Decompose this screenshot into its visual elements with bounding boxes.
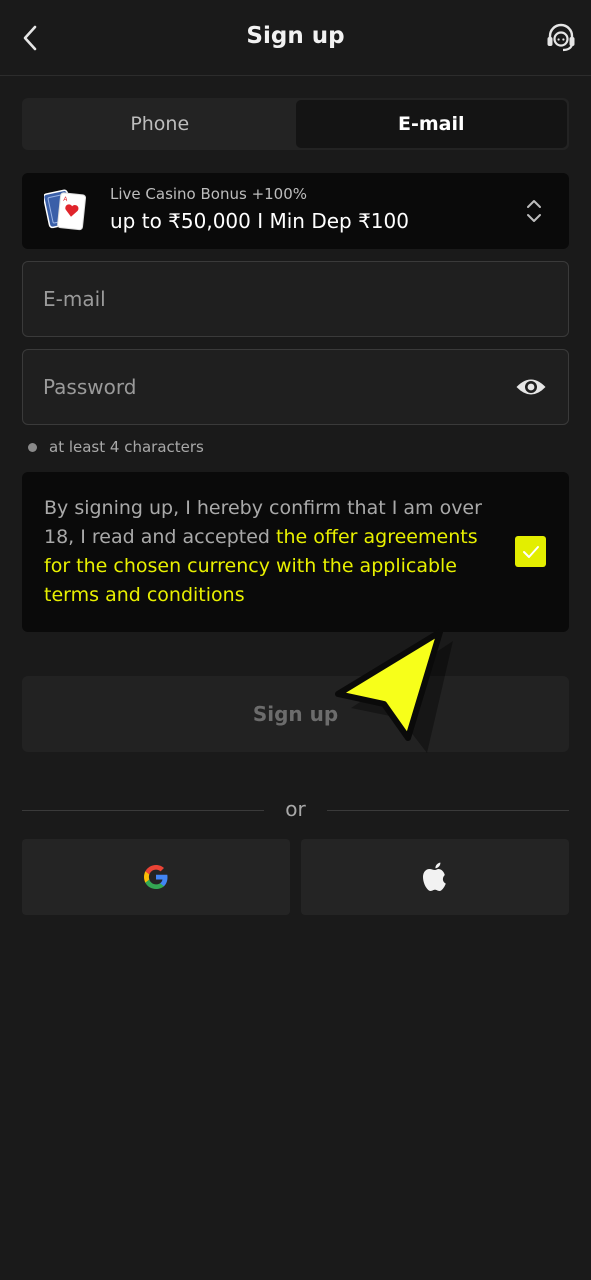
terms-panel: By signing up, I hereby confirm that I a… (22, 472, 569, 632)
google-icon (144, 865, 168, 889)
divider-line-right (327, 810, 569, 811)
email-field[interactable] (43, 262, 483, 336)
google-signin-button[interactable] (22, 839, 290, 915)
password-field-container (22, 349, 569, 425)
password-hint: at least 4 characters (28, 438, 204, 456)
eye-icon (516, 379, 546, 395)
email-field-container (22, 261, 569, 337)
signup-button[interactable]: Sign up (22, 676, 569, 752)
apple-icon (423, 862, 446, 891)
tab-phone[interactable]: Phone (24, 100, 296, 148)
password-field[interactable] (43, 350, 483, 424)
password-hint-text: at least 4 characters (49, 438, 204, 456)
terms-text: By signing up, I hereby confirm that I a… (44, 494, 504, 610)
toggle-password-visibility-button[interactable] (514, 372, 548, 402)
support-button[interactable] (543, 18, 579, 58)
apple-signin-button[interactable] (301, 839, 569, 915)
signup-method-tabs: Phone E-mail (22, 98, 569, 150)
terms-checkbox[interactable] (515, 536, 546, 567)
header-bar: Sign up (0, 0, 591, 76)
checkmark-icon (522, 545, 539, 558)
playing-cards-icon: A (44, 189, 87, 231)
hint-bullet-icon (28, 442, 37, 452)
or-divider: or (22, 795, 569, 827)
headset-support-icon (547, 23, 575, 52)
bonus-title: up to ₹50,000 I Min Dep ₹100 (110, 209, 409, 233)
page-title: Sign up (246, 23, 345, 49)
bonus-subtitle: Live Casino Bonus +100% (110, 185, 308, 203)
up-down-chevrons-icon (527, 200, 541, 222)
tab-email[interactable]: E-mail (295, 100, 567, 148)
divider-text: or (285, 797, 306, 821)
bonus-selector[interactable]: A Live Casino Bonus +100% up to ₹50,000 … (22, 173, 569, 249)
